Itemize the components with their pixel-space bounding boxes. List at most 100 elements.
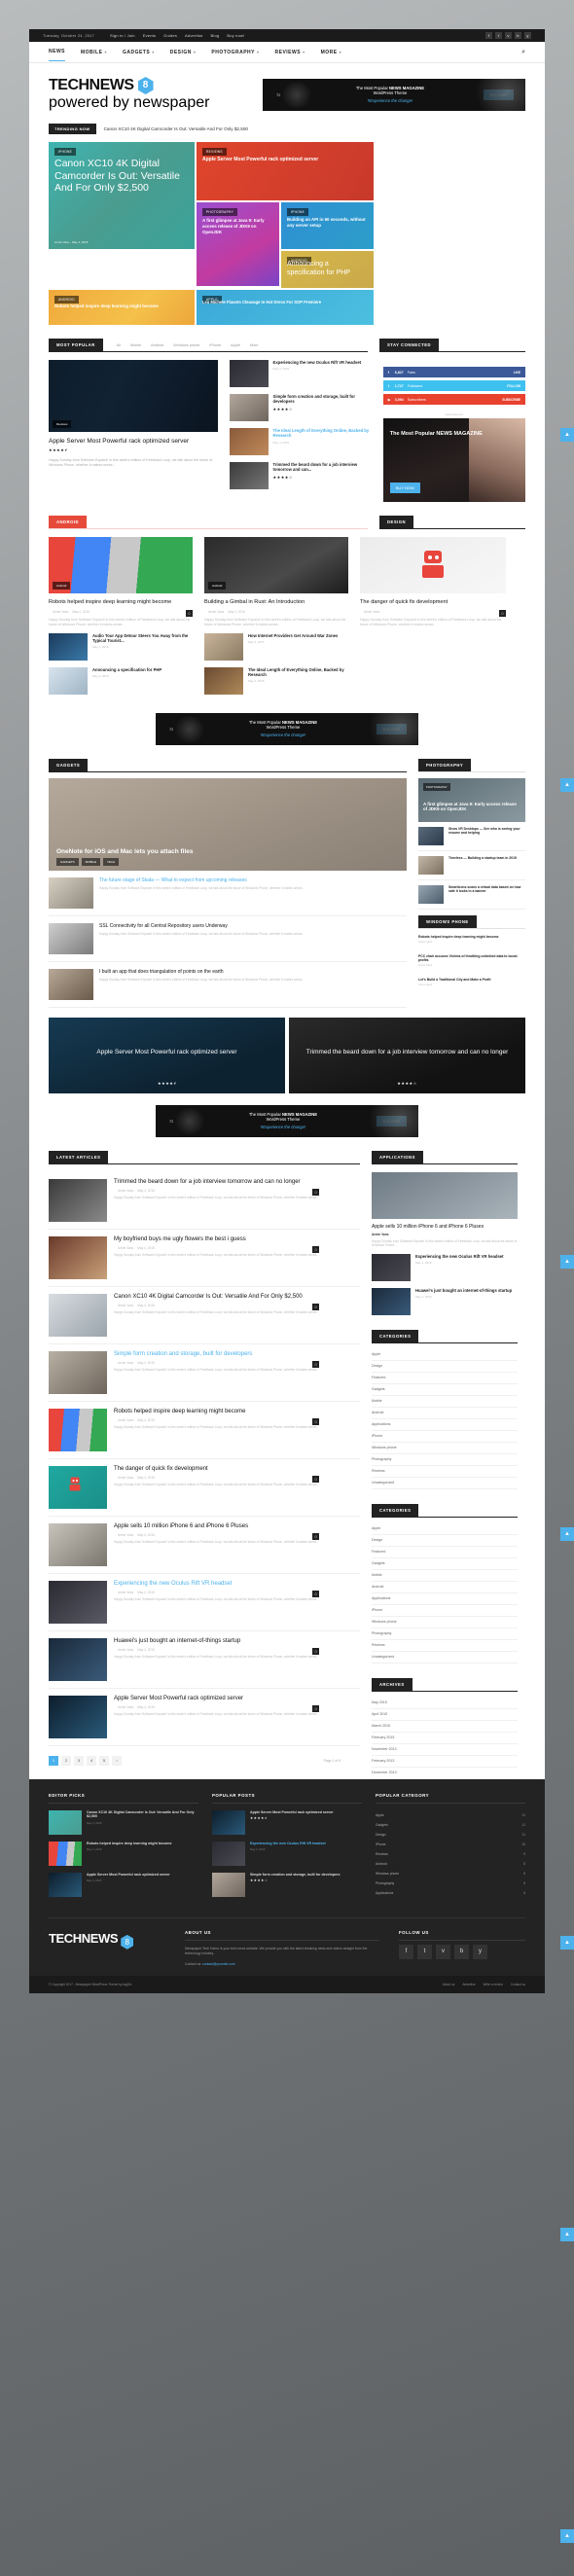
list-item[interactable]: Announcing a specification for PHP May 4…	[49, 666, 193, 695]
article-row[interactable]: Huawei's just bought an internet-of-thin…	[49, 1631, 360, 1689]
nav-item-reviews[interactable]: REVIEWS ▾	[275, 44, 305, 61]
twitter-icon[interactable]: t	[495, 32, 502, 39]
archive-item[interactable]: May 2015	[372, 1698, 518, 1709]
like-action[interactable]: LIKE	[514, 371, 520, 375]
article-row[interactable]: My boyfriend buys me ugly flowers the be…	[49, 1230, 360, 1287]
hero-tile-main[interactable]: IPHONE Canon XC10 4K Digital Camcorder I…	[49, 142, 195, 249]
page-button-5[interactable]: 5	[99, 1755, 109, 1766]
footer-logo[interactable]: TECHNEWS 8	[49, 1930, 165, 1966]
featured-article[interactable]: Reviews Apple Server Most Powerful rack …	[49, 360, 218, 502]
category-item[interactable]: Windows phone	[372, 1443, 518, 1454]
category-badge[interactable]: REVIEWS	[202, 148, 227, 156]
applications-featured-image[interactable]	[372, 1171, 518, 1219]
hero-tile-iphone[interactable]: IPHONE Building an API in 60 seconds, wi…	[281, 202, 374, 249]
social-row-youtube[interactable]: ▶ 3,094 Subscribers SUBSCRIBE	[382, 394, 525, 405]
tag-mobile[interactable]: MOBILE	[81, 857, 101, 866]
facebook-icon[interactable]: f	[485, 32, 492, 39]
scroll-arrow-7[interactable]: ▲	[560, 2529, 574, 2543]
list-item[interactable]: Huawei's just bought an internet-of-thin…	[372, 1287, 518, 1315]
dual-banner-left[interactable]: Apple Server Most Powerful rack optimize…	[49, 1017, 285, 1093]
footer-article-row[interactable]: Simple form creation and storage, built …	[212, 1872, 362, 1897]
hero-tile-reviews[interactable]: REVIEWS Apple Server Most Powerful rack …	[197, 142, 374, 200]
article-row[interactable]: Apple sells 10 million iPhone 6 and iPho…	[49, 1517, 360, 1574]
author-name[interactable]: Armin Vans	[118, 1246, 133, 1250]
author-name[interactable]: Armin Vans	[118, 1648, 133, 1652]
article-row[interactable]: Canon XC10 4K Digital Camcorder Is Out: …	[49, 1287, 360, 1344]
photography-featured[interactable]: PHOTOGRAPHY A first glimpse at Java 9: E…	[418, 777, 525, 822]
footer-article-row[interactable]: Robots helped inspire deep learning migh…	[49, 1841, 198, 1866]
footer-article-row[interactable]: Canon XC10 4K Digital Camcorder Is Out: …	[49, 1809, 198, 1835]
top-link-signin[interactable]: Sign in / Join	[110, 33, 135, 38]
author-name[interactable]: Armin Vans	[118, 1361, 133, 1365]
scroll-arrow-5[interactable]: ▲	[560, 1936, 574, 1950]
archive-item[interactable]: November 2013	[372, 1744, 518, 1756]
article-row[interactable]: The danger of quick fix development Armi…	[49, 1459, 360, 1517]
nav-item-mobile[interactable]: MOBILE ▾	[81, 44, 107, 61]
subscribe-action[interactable]: SUBSCRIBE	[502, 398, 520, 402]
footer-article-row[interactable]: Apple Server Most Powerful rack optimize…	[212, 1809, 362, 1835]
dual-banner-right[interactable]: Trimmed the beard down for a job intervi…	[289, 1017, 525, 1093]
category-item[interactable]: Design	[372, 1361, 518, 1373]
scroll-arrow-3[interactable]: ▲	[560, 1255, 574, 1269]
footer-article-row[interactable]: Experiencing the new Oculus Rift VR head…	[212, 1841, 362, 1866]
vimeo-icon[interactable]: v	[436, 1944, 450, 1959]
photography-list-item[interactable]: SmartIcons scans a virtual data based on…	[418, 880, 525, 910]
archive-item[interactable]: December 2013	[372, 1768, 518, 1779]
vimeo-icon[interactable]: v	[505, 32, 512, 39]
article-row[interactable]: Experiencing the new Oculus Rift VR head…	[49, 1574, 360, 1631]
category-item[interactable]: Reviews	[372, 1466, 518, 1478]
category-badge[interactable]: Reviews	[53, 420, 72, 428]
category-item[interactable]: Photography	[372, 1628, 518, 1640]
scroll-arrow-6[interactable]: ▲	[560, 2228, 574, 2241]
hero-tile-photography[interactable]: PHOTOGRAPHY A first glimpse at Java 9: E…	[197, 202, 279, 286]
gadgets-list-item[interactable]: I built an app that does triangulation o…	[49, 962, 407, 1008]
footer-category-item[interactable]: Reviews 9	[376, 1849, 525, 1859]
category-item[interactable]: Uncategorized	[372, 1478, 518, 1489]
windows-phone-item[interactable]: PCC chair accuses Victims of throttling …	[418, 949, 525, 973]
author-name[interactable]: Armin Vans	[372, 1233, 518, 1236]
category-badge[interactable]: Android	[53, 582, 71, 590]
author-name[interactable]: Armin Vans	[364, 610, 379, 614]
category-item[interactable]: Android	[372, 1408, 518, 1419]
footer-link-contact[interactable]: Contact us	[511, 1983, 525, 1986]
list-item[interactable]: Trimmed the beard down for a job intervi…	[229, 462, 372, 489]
top-link-blog[interactable]: Blog	[211, 33, 220, 38]
category-item[interactable]: Featured	[372, 1547, 518, 1558]
hero-tile-apple[interactable]: APPLE Lea Michele Flaunts Cleavage In Ho…	[197, 290, 374, 325]
footer-category-item[interactable]: Android 8	[376, 1859, 525, 1869]
search-icon[interactable]: ⌕	[521, 49, 525, 56]
category-item[interactable]: iPhone	[372, 1431, 518, 1443]
category-item[interactable]: Featured	[372, 1373, 518, 1384]
tab-mobile[interactable]: Mobile	[130, 343, 141, 347]
author-name[interactable]: Armin Vans	[118, 1418, 133, 1422]
footer-category-item[interactable]: Windows phone 8	[376, 1869, 525, 1878]
author-name[interactable]: Armin Vans	[118, 1476, 133, 1480]
category-item[interactable]: Mobile	[372, 1396, 518, 1408]
tag-tech[interactable]: TECH	[103, 857, 120, 866]
category-item[interactable]: Mobile	[372, 1570, 518, 1582]
category-badge[interactable]: IPHONE	[54, 148, 77, 156]
page-next-button[interactable]: ›	[112, 1755, 122, 1766]
list-item[interactable]: Experiencing the new Oculus Rift VR head…	[229, 360, 372, 387]
tab-iphone[interactable]: iPhone	[209, 343, 221, 347]
top-link-events[interactable]: Events	[143, 33, 156, 38]
tab-android[interactable]: Android	[151, 343, 163, 347]
category-badge[interactable]: PHOTOGRAPHY	[423, 782, 450, 791]
article-row[interactable]: Robots helped inspire deep learning migh…	[49, 1402, 360, 1459]
top-link-guides[interactable]: Guides	[163, 33, 177, 38]
tab-windows-phone[interactable]: Windows phone	[173, 343, 199, 347]
archive-item[interactable]: April 2015	[372, 1709, 518, 1721]
category-item[interactable]: Windows phone	[372, 1617, 518, 1628]
top-link-buynow[interactable]: Buy now!	[227, 33, 244, 38]
page-button-1[interactable]: 1	[49, 1755, 58, 1766]
footer-link-write-review[interactable]: Write a review	[484, 1983, 503, 1986]
author-name[interactable]: Armin Vans	[208, 610, 224, 614]
category-item[interactable]: Reviews	[372, 1640, 518, 1652]
page-button-4[interactable]: 4	[87, 1755, 96, 1766]
footer-category-item[interactable]: iPhone 10	[376, 1840, 525, 1849]
author-name[interactable]: Armin Vans	[418, 983, 432, 987]
android-article-right[interactable]: Android Building a Gimbal in Rust: An In…	[204, 537, 348, 701]
category-item[interactable]: Applications	[372, 1593, 518, 1605]
footer-category-item[interactable]: Apple 11	[376, 1810, 525, 1820]
contact-email-link[interactable]: contact@yoursite.com	[202, 1962, 235, 1966]
